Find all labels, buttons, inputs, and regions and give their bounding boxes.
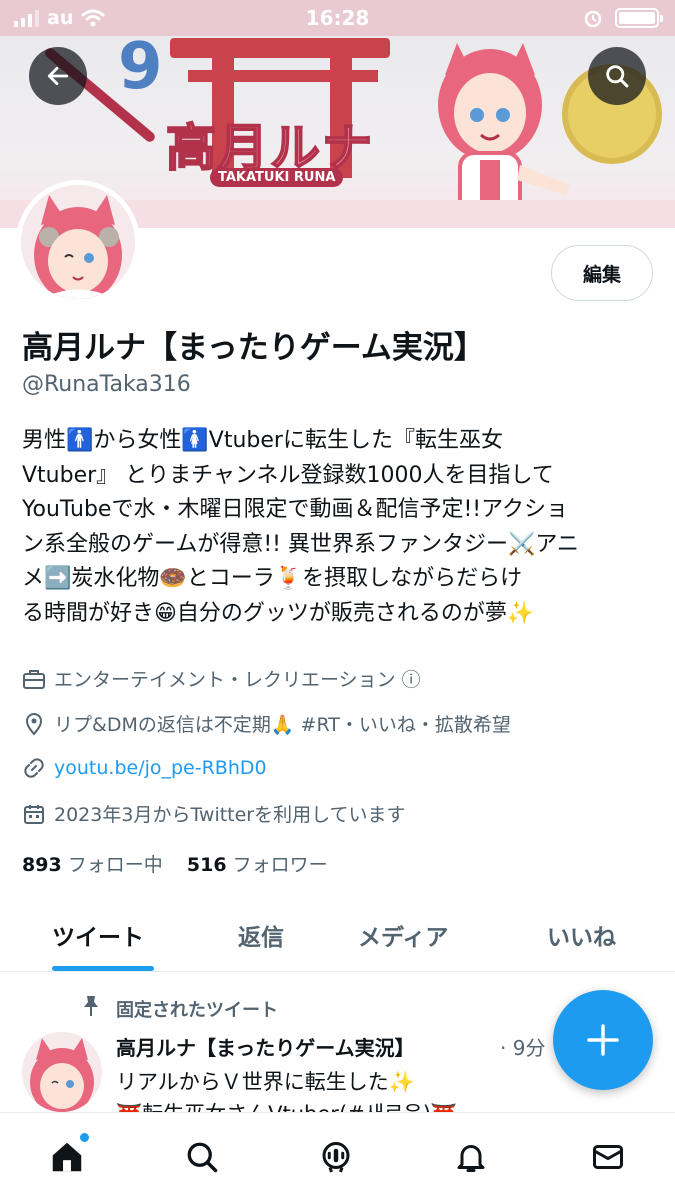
- status-time: 16:28: [305, 6, 370, 30]
- back-button[interactable]: [29, 47, 87, 105]
- spaces-icon: [322, 1142, 350, 1173]
- joined-text: 2023年3月からTwitterを利用しています: [54, 804, 406, 826]
- nav-search[interactable]: [182, 1137, 222, 1177]
- followers-label: フォロワー: [232, 854, 328, 876]
- bio-line: ン系全般のゲームが得意!! 異世界系ファンタジー⚔️アニ: [22, 531, 579, 557]
- nav-home[interactable]: [47, 1133, 89, 1177]
- nav-notifications[interactable]: [451, 1137, 491, 1177]
- link-icon: [24, 758, 44, 778]
- following-count: 893: [22, 854, 62, 876]
- edit-profile-button[interactable]: 編集: [551, 245, 653, 301]
- bio-line: メ➡️炭水化物🍩とコーラ🍹を摂取しながらだらけ: [22, 566, 523, 591]
- search-icon: [606, 65, 629, 88]
- banner-torii: [170, 38, 390, 58]
- profile-category: エンターテイメント・レクリエーション ⓘ: [22, 665, 421, 692]
- display-name: 高月ルナ【まったりゲーム実況】: [22, 330, 485, 366]
- bottom-navigation: [0, 1112, 675, 1200]
- alarm-icon: [584, 10, 602, 28]
- briefcase-icon: [23, 669, 45, 689]
- profile-joined: 2023年3月からTwitterを利用しています: [22, 800, 406, 827]
- pinned-tweet-label: 固定されたツイート: [116, 1000, 278, 1021]
- tab-likes[interactable]: いいね: [547, 918, 616, 952]
- bio-line: Vtuber』 とりまチャンネル登録数1000人を目指して: [22, 462, 554, 488]
- tab-tweets[interactable]: ツイート: [52, 918, 144, 952]
- search-icon: [187, 1142, 218, 1173]
- profile-website[interactable]: youtu.be/jo_pe-RBhD0: [22, 756, 267, 780]
- active-tab-indicator: [52, 966, 154, 971]
- home-icon: [52, 1142, 82, 1172]
- follow-stats: 893 フォロー中 516 フォロワー: [22, 850, 328, 877]
- mail-icon: [593, 1145, 623, 1169]
- arrow-left-icon: [47, 67, 69, 85]
- location-text: リプ&DMの返信は不定期🙏 #RT・いいね・拡散希望: [54, 714, 511, 736]
- tweet-author-name[interactable]: 高月ルナ【まったりゲーム実況】: [116, 1032, 415, 1061]
- battery-icon: [615, 8, 663, 28]
- profile-bio: 男性🚹から女性🚺Vtuberに転生した『転生巫女 Vtuber』 とりまチャンネ…: [22, 424, 658, 631]
- nav-messages[interactable]: [588, 1137, 628, 1177]
- followers-link[interactable]: 516 フォロワー: [187, 854, 328, 876]
- bio-line: 男性🚹から女性🚺Vtuberに転生した『転生巫女: [22, 428, 503, 453]
- nav-spaces[interactable]: [316, 1137, 356, 1177]
- profile-location: リプ&DMの返信は不定期🙏 #RT・いいね・拡散希望: [22, 710, 511, 737]
- tweet-text-continued: ⛩️転生巫女さんVtuber(#새로운)⛩️: [116, 1098, 457, 1112]
- compose-tweet-button[interactable]: [553, 990, 653, 1090]
- calendar-icon: [24, 804, 44, 824]
- website-link[interactable]: youtu.be/jo_pe-RBhD0: [54, 757, 267, 779]
- tweet-text: リアルからＶ世界に転生した✨: [116, 1070, 415, 1094]
- banner-subtitle: TAKATUKI RUNA: [210, 168, 344, 187]
- avatar: [21, 185, 135, 303]
- notification-dot: [80, 1133, 89, 1142]
- plus-icon: [587, 1024, 619, 1056]
- banner-character-illustration: [438, 43, 570, 225]
- followers-count: 516: [186, 854, 227, 876]
- bell-icon: [457, 1145, 485, 1172]
- banner-number: 9: [118, 30, 163, 104]
- bio-line: る時間が好き😁自分のグッツが販売されるのが夢✨: [22, 600, 535, 626]
- pin-icon: [84, 996, 98, 1016]
- location-pin-icon: [25, 712, 43, 736]
- tweet-avatar[interactable]: [22, 1032, 102, 1112]
- tab-replies[interactable]: 返信: [238, 918, 284, 952]
- following-label: フォロー中: [67, 854, 163, 876]
- following-link[interactable]: 893 フォロー中: [22, 854, 163, 876]
- profile-avatar[interactable]: [16, 180, 140, 304]
- bio-line: YouTubeで水・木曜日限定で動画＆配信予定!!アクショ: [22, 497, 569, 522]
- category-text: エンターテイメント・レクリエーション ⓘ: [54, 669, 421, 691]
- tweet-timestamp: · 9分: [500, 1036, 546, 1060]
- user-handle: @RunaTaka316: [22, 372, 191, 397]
- search-button[interactable]: [588, 47, 646, 105]
- status-bar: au 16:28: [0, 0, 675, 36]
- tab-media[interactable]: メディア: [358, 918, 448, 952]
- profile-tabs: ツイート 返信 メディア いいね: [0, 900, 675, 972]
